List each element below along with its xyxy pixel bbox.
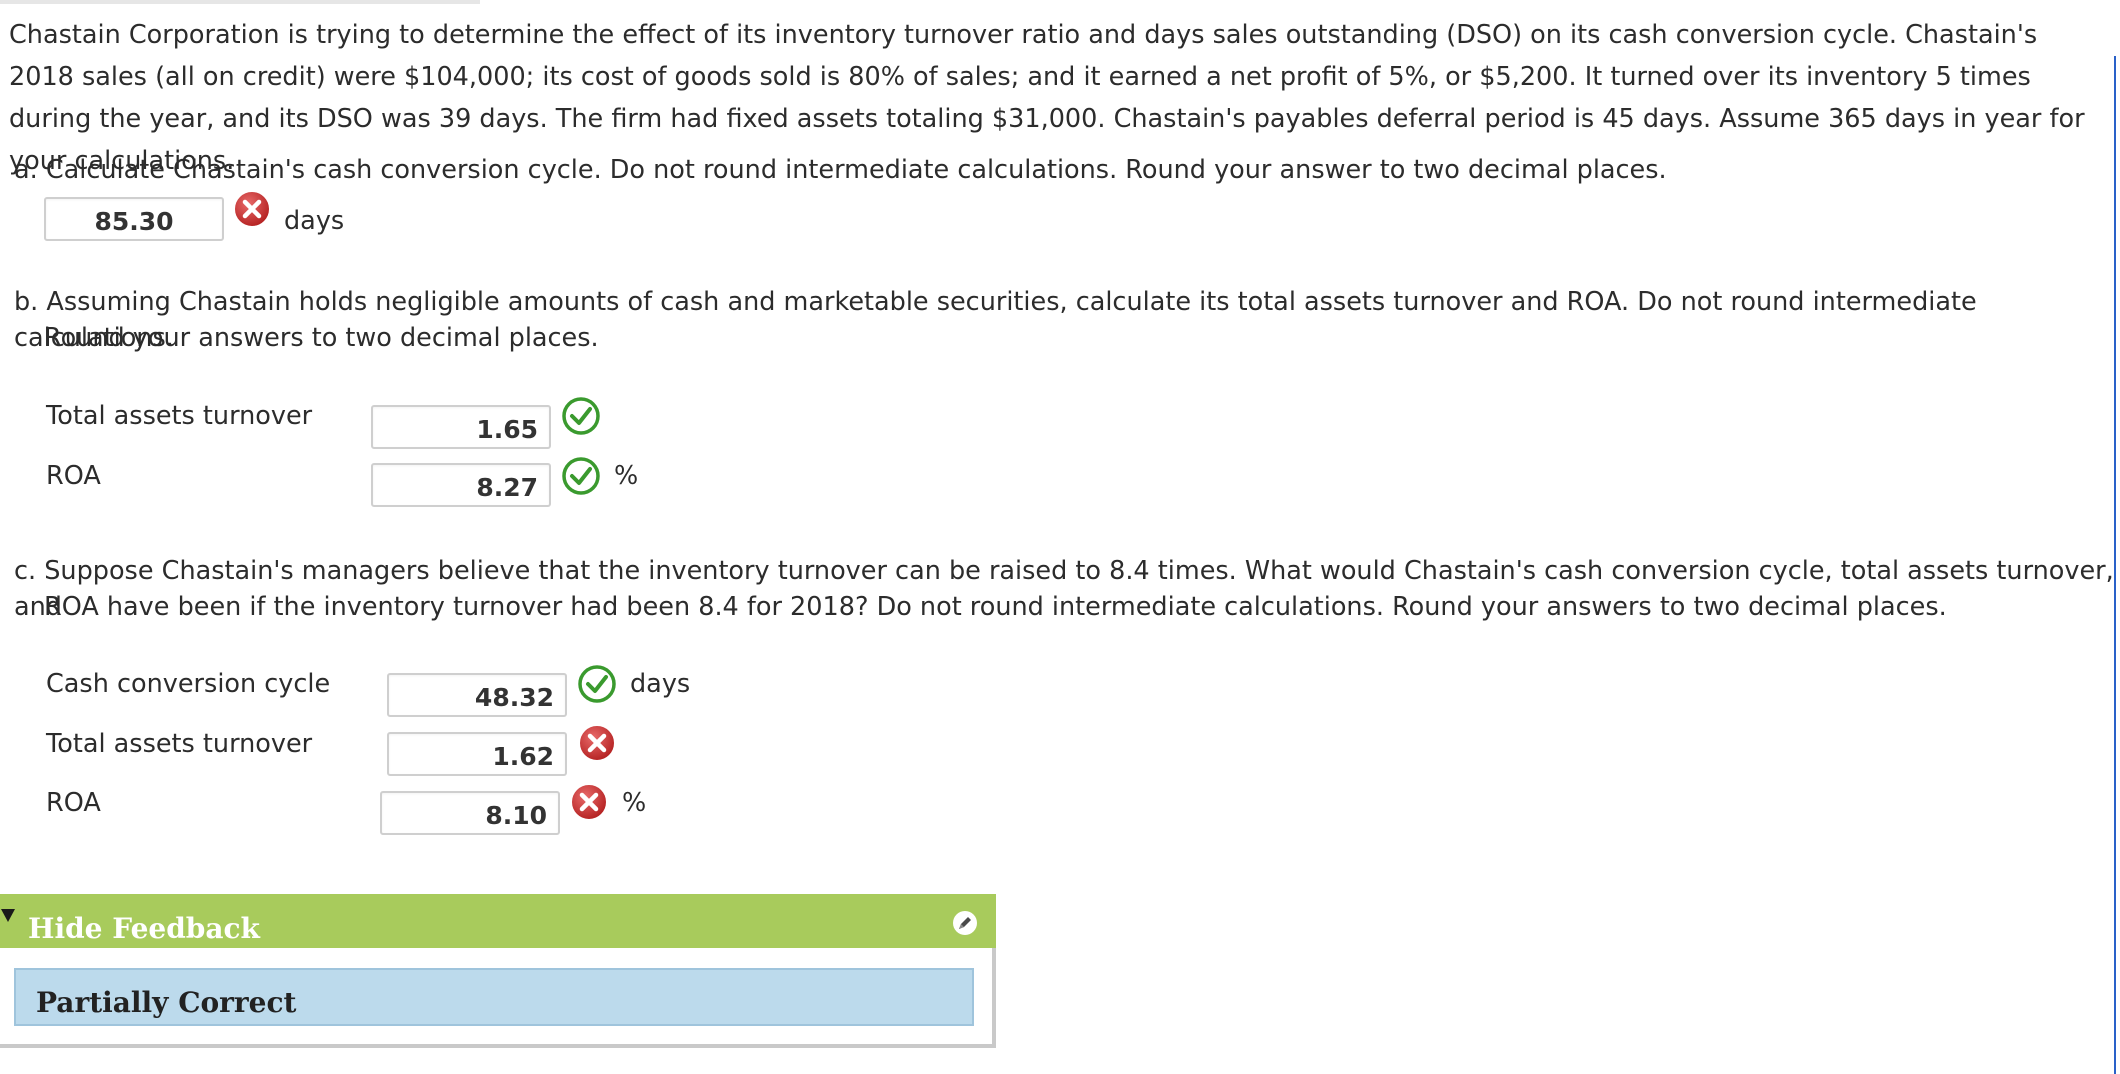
part-a-answer-field[interactable]: 85.30 <box>44 197 224 241</box>
part-b-question-line2: Round your answers to two decimal places… <box>44 323 599 353</box>
triangle-down-icon[interactable] <box>1 909 15 922</box>
part-b-label-total-assets-turnover: Total assets turnover <box>46 401 313 431</box>
part-c-question-line2: ROA have been if the inventory turnover … <box>44 592 1947 622</box>
part-c-roa-field[interactable]: 8.10 <box>380 791 560 835</box>
part-c-cash-conversion-cycle-field[interactable]: 48.32 <box>387 673 567 717</box>
top-divider <box>0 0 480 4</box>
part-c-label-cash-conversion-cycle: Cash conversion cycle <box>46 669 331 699</box>
feedback-status-text: Partially Correct <box>36 986 297 1019</box>
part-a-unit: days <box>284 206 345 236</box>
part-c-ccc-unit: days <box>630 669 691 699</box>
x-circle-icon <box>578 724 616 762</box>
check-circle-icon <box>562 457 600 495</box>
part-c-label-total-assets-turnover: Total assets turnover <box>46 729 313 759</box>
pencil-icon[interactable] <box>952 910 978 936</box>
part-c-label-roa: ROA <box>46 788 101 818</box>
part-c-roa-unit: % <box>622 788 647 818</box>
hide-feedback-link[interactable]: Hide Feedback <box>28 912 260 946</box>
part-b-roa-field[interactable]: 8.27 <box>371 463 551 507</box>
part-a-question: a. Calculate Chastain's cash conversion … <box>14 155 1667 185</box>
check-circle-icon <box>562 397 600 435</box>
check-circle-icon <box>578 665 616 703</box>
part-b-total-assets-turnover-field[interactable]: 1.65 <box>371 405 551 449</box>
part-b-label-roa: ROA <box>46 461 101 491</box>
part-b-roa-unit: % <box>614 461 639 491</box>
x-circle-icon <box>570 783 608 821</box>
part-c-total-assets-turnover-field[interactable]: 1.62 <box>387 732 567 776</box>
x-circle-icon <box>233 190 271 228</box>
